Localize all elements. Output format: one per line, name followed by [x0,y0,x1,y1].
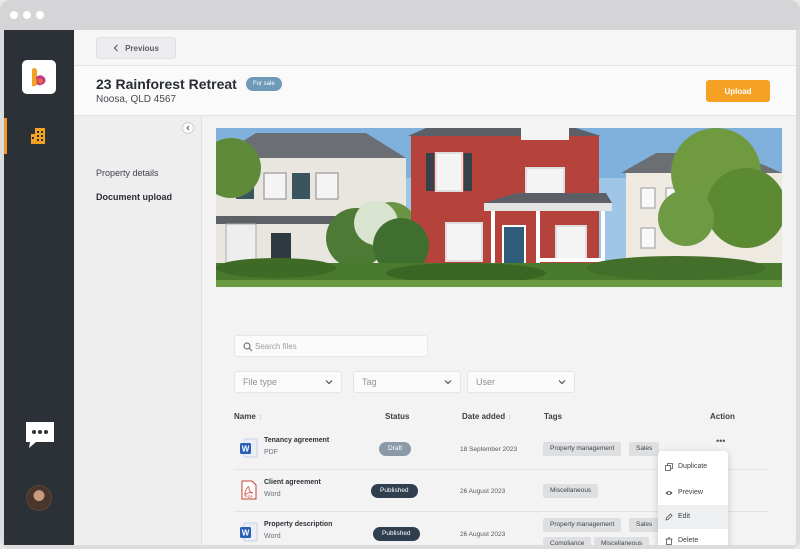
tag-chip: Sales [629,518,660,532]
menu-item-preview[interactable]: Preview [658,481,728,505]
status-badge: Published [373,527,420,541]
file-type: PDF [264,449,278,456]
column-header-name-label: Name [234,412,256,421]
more-options-icon[interactable]: ••• [716,436,725,446]
previous-label: Previous [125,43,159,53]
svg-text:W: W [242,445,250,454]
property-header: 23 Rainforest Retreat For sale Noosa, QL… [74,66,796,116]
previous-button[interactable]: Previous [96,37,176,59]
building-icon[interactable] [29,126,49,146]
property-address: Noosa, QLD 4567 [96,94,177,105]
property-photo [216,128,782,287]
nav-item-document-upload[interactable]: Document upload [96,192,172,202]
page-title: 23 Rainforest Retreat [96,76,237,92]
tag-chip: Miscellaneous [594,537,650,545]
column-header-date-label: Date added [462,412,506,421]
edit-icon [665,513,673,521]
tag-chip: Miscellaneous [543,484,599,498]
user-avatar[interactable] [26,485,52,511]
search-icon [243,342,253,352]
chevron-left-icon [113,44,119,52]
chevron-down-icon [558,380,566,385]
column-header-date[interactable]: Date added ↕ [462,412,512,421]
tag-chip: Compliance [543,537,592,545]
brand-logo-icon [32,68,46,87]
sort-icon: ↕ [258,414,263,421]
rail-active-indicator [4,118,7,154]
filter-file-type[interactable]: File type [234,371,342,393]
file-name[interactable]: Property description [264,521,332,528]
menu-item-delete[interactable]: Delete [658,529,728,545]
app-container: Previous 23 Rainforest Retreat For sale … [4,30,796,545]
column-header-action: Action [710,412,735,421]
eye-icon [665,491,673,495]
chat-icon[interactable] [24,420,56,450]
chevron-left-icon [186,125,190,131]
top-bar: Previous [74,30,796,66]
window-dot-icon [36,11,44,19]
tag-chip: Property management [543,442,622,456]
file-type: Word [264,533,281,540]
file-type: Word [264,491,281,498]
pdf-icon: PDF [241,480,257,500]
trash-icon [665,537,673,545]
collapse-button[interactable] [182,122,194,134]
main-content: File type Tag User Name↕ Status Date add… [202,116,796,545]
app-rail [4,30,74,545]
svg-text:PDF: PDF [245,494,254,499]
menu-item-edit[interactable]: Edit [658,505,728,529]
column-header-name[interactable]: Name ↕ [234,412,262,421]
copy-icon [665,463,673,471]
menu-item-duplicate[interactable]: Duplicate [658,455,728,479]
file-name[interactable]: Client agreement [264,479,321,486]
date-added: 26 August 2023 [460,488,506,495]
search-input[interactable] [255,338,423,354]
menu-item-duplicate-label: Duplicate [678,463,708,470]
filter-tag[interactable]: Tag [353,371,461,393]
word-icon: W [240,438,258,458]
chevron-down-icon [325,380,333,385]
status-badge: For sale [246,77,282,91]
date-added: 26 August 2023 [460,531,506,538]
status-badge: Draft [379,442,412,456]
side-nav: Property details Document upload [74,116,202,545]
menu-item-preview-label: Preview [678,489,703,496]
filter-user-label: User [476,377,496,387]
menu-item-delete-label: Delete [678,537,699,544]
browser-window: Previous 23 Rainforest Retreat For sale … [0,0,800,549]
file-name[interactable]: Tenancy agreement [264,437,329,444]
filter-file-type-label: File type [243,377,278,387]
date-added: 18 September 2023 [460,446,518,453]
svg-text:W: W [242,529,250,538]
upload-button[interactable]: Upload [706,80,770,102]
word-icon: W [240,522,258,542]
chevron-down-icon [444,380,452,385]
app-logo[interactable] [22,60,56,94]
window-dot-icon [23,11,31,19]
browser-titlebar [0,0,800,30]
status-badge: Published [371,484,418,498]
filter-user[interactable]: User [467,371,575,393]
window-dot-icon [10,11,18,19]
filter-tag-label: Tag [362,377,377,387]
nav-item-property-details[interactable]: Property details [96,168,159,178]
column-header-tags: Tags [544,412,563,421]
tag-chip: Property management [543,518,622,532]
search-box [234,335,428,357]
menu-item-edit-label: Edit [678,513,691,520]
action-menu: Duplicate Preview Edit Delete [658,451,728,545]
sort-icon: ↕ [508,414,512,421]
tag-chip: Sales [629,442,660,456]
column-header-status: Status [385,412,410,421]
